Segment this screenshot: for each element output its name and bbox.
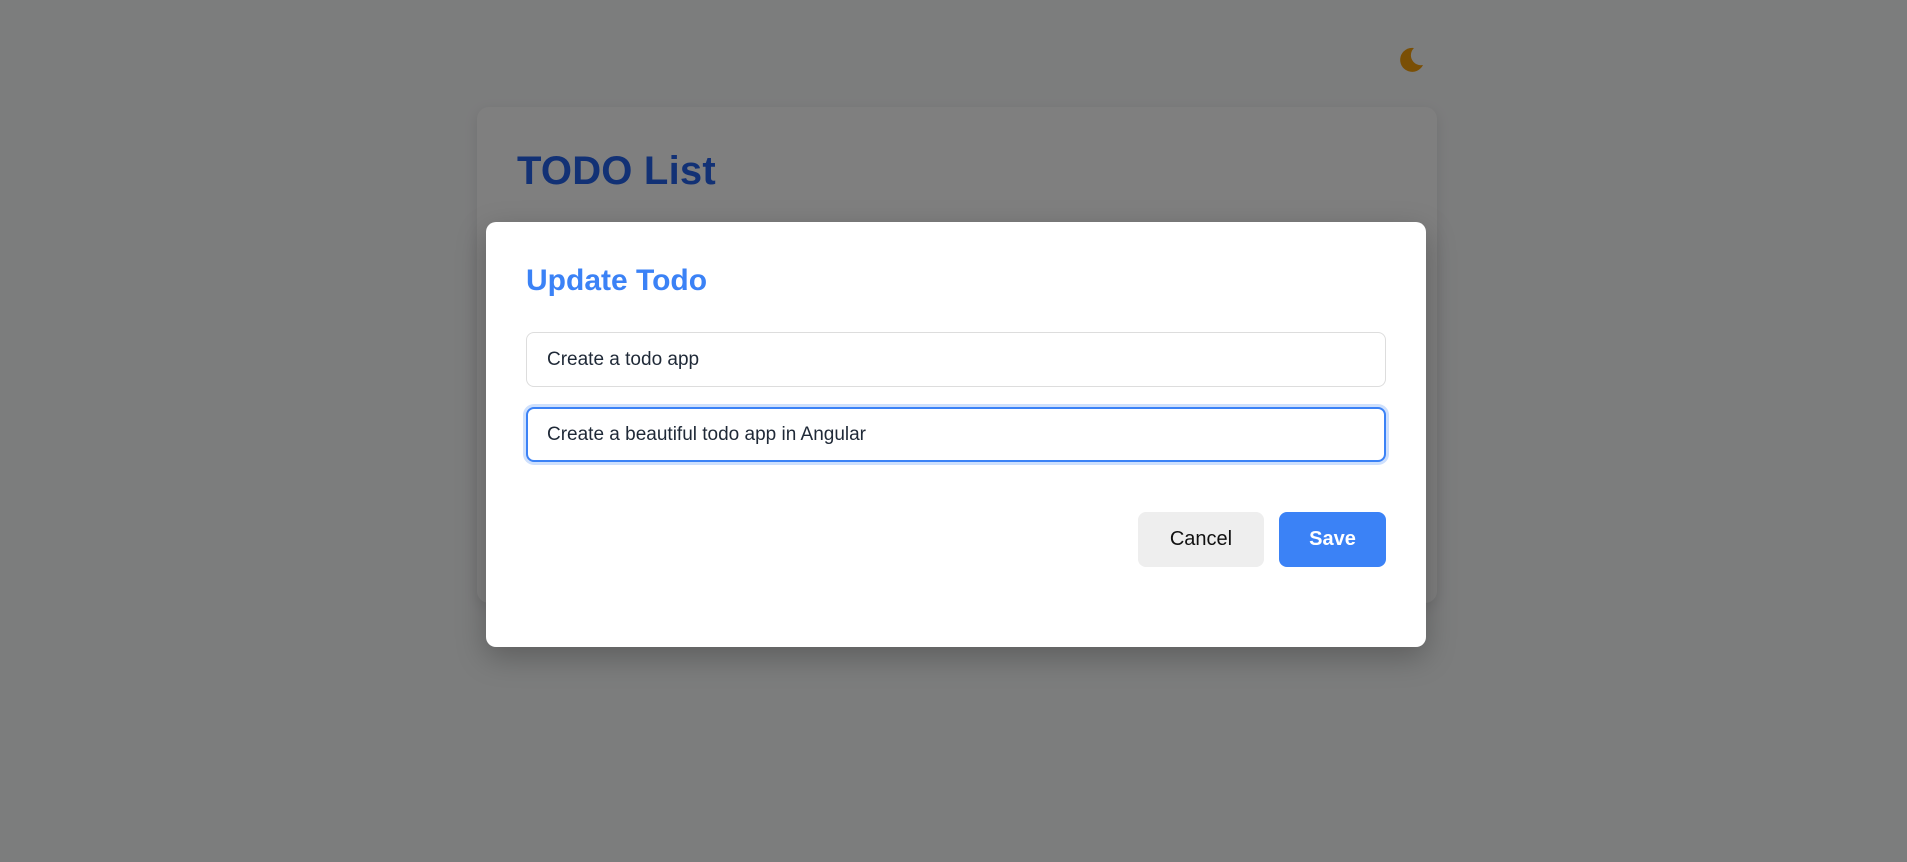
todo-description-input[interactable] — [526, 407, 1386, 462]
cancel-button[interactable]: Cancel — [1138, 512, 1264, 567]
update-todo-modal: Update Todo Cancel Save — [486, 222, 1426, 647]
todo-title-input[interactable] — [526, 332, 1386, 387]
modal-title: Update Todo — [526, 264, 708, 297]
save-button[interactable]: Save — [1279, 512, 1386, 567]
